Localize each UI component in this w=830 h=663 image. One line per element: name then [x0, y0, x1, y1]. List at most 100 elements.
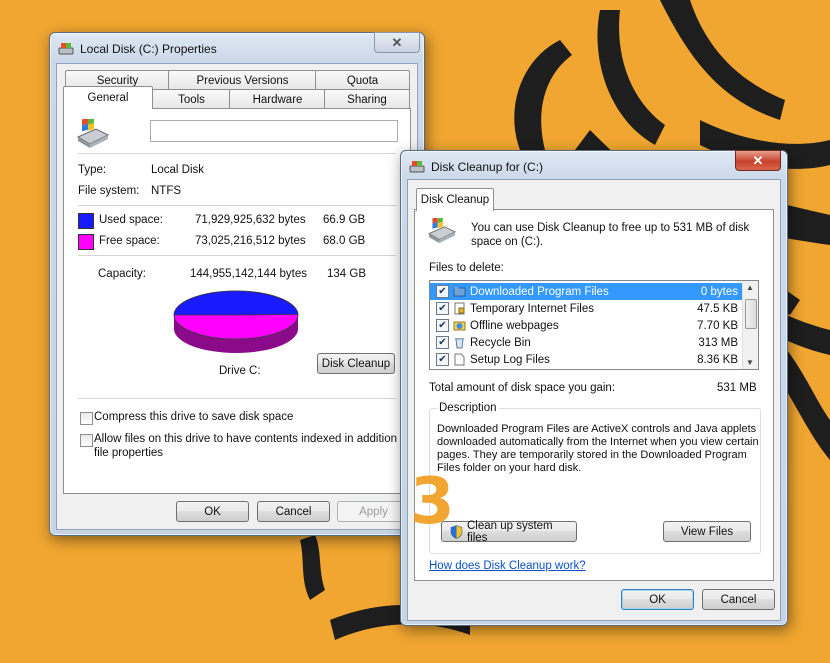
file-checkbox[interactable]: ✔	[436, 319, 449, 332]
cleanup-titlebar[interactable]: Disk Cleanup for (C:)	[409, 157, 747, 177]
file-row[interactable]: ✔ Setup Log Files 8.36 KB	[430, 351, 742, 368]
file-row[interactable]: ✔ Downloaded Program Files 0 bytes	[430, 283, 742, 300]
drive-label: Drive C:	[219, 365, 261, 377]
used-space-swatch	[78, 213, 94, 229]
disk-usage-pie-chart	[173, 290, 299, 353]
free-space-label: Free space:	[99, 235, 160, 247]
free-space-swatch	[78, 234, 94, 250]
general-tab-panel: Type: Local Disk File system: NTFS Used …	[63, 108, 411, 494]
tab-previous-versions[interactable]: Previous Versions	[168, 70, 317, 90]
file-name: Offline webpages	[470, 319, 559, 332]
tab-sharing[interactable]: Sharing	[324, 89, 410, 109]
folder-icon	[453, 287, 466, 297]
divider	[78, 205, 396, 206]
free-space-bytes: 73,025,216,512 bytes	[195, 235, 306, 247]
tab-general[interactable]: General	[63, 86, 153, 109]
file-icon	[454, 353, 465, 366]
properties-title: Local Disk (C:) Properties	[80, 42, 217, 56]
file-system-value: NTFS	[151, 185, 182, 197]
cleanup-intro-line2: space on (C:).	[471, 236, 544, 248]
tab-tools[interactable]: Tools	[152, 89, 231, 109]
tab-hardware[interactable]: Hardware	[229, 89, 326, 109]
cleanup-close-button[interactable]: ✕	[735, 150, 781, 171]
capacity-bytes: 144,955,142,144 bytes	[190, 268, 308, 280]
file-size: 313 MB	[698, 336, 738, 349]
index-checkbox[interactable]	[80, 434, 93, 447]
file-name: Setup Log Files	[470, 353, 550, 366]
file-row[interactable]: ✔ Recycle Bin 313 MB	[430, 334, 742, 351]
disk-cleanup-window: Disk Cleanup for (C:) ✕ Disk Cleanup You…	[400, 150, 788, 626]
file-size: 7.70 KB	[697, 319, 738, 332]
file-row[interactable]: ✔ Temporary Internet Files 47.5 KB	[430, 300, 742, 317]
file-name: Temporary Internet Files	[470, 302, 594, 315]
description-line3: pages. They are temporarily stored in th…	[437, 449, 747, 461]
cleanup-client-area: Disk Cleanup You can use Disk Cleanup to…	[407, 179, 781, 621]
divider	[78, 398, 396, 399]
file-checkbox[interactable]: ✔	[436, 285, 449, 298]
view-files-button[interactable]: View Files	[663, 521, 751, 542]
scroll-down-arrow-icon[interactable]: ▼	[746, 358, 754, 367]
drive-icon	[58, 43, 74, 55]
properties-ok-button[interactable]: OK	[176, 501, 249, 522]
free-space-gb: 68.0 GB	[323, 235, 366, 247]
description-heading: Description	[437, 402, 499, 414]
file-row[interactable]: ✔ Offline webpages 7.70 KB	[430, 317, 742, 334]
web-folder-icon	[453, 321, 466, 331]
clean-up-system-files-label: Clean up system files	[466, 519, 553, 544]
description-line2: downloaded automatically from the Intern…	[437, 436, 759, 448]
tab-disk-cleanup[interactable]: Disk Cleanup	[416, 188, 494, 211]
used-space-gb: 66.9 GB	[323, 214, 366, 226]
scroll-up-arrow-icon[interactable]: ▲	[746, 283, 754, 292]
file-system-label: File system:	[78, 185, 140, 197]
divider	[78, 255, 396, 256]
lock-file-icon	[454, 302, 465, 315]
cleanup-cancel-button[interactable]: Cancel	[702, 589, 775, 610]
total-gain-label: Total amount of disk space you gain:	[429, 382, 616, 394]
files-list-scrollbar[interactable]: ▲ ▼	[742, 281, 758, 369]
compress-label: Compress this drive to save disk space	[94, 411, 294, 423]
divider	[78, 153, 396, 154]
file-name: Downloaded Program Files	[470, 285, 609, 298]
capacity-label: Capacity:	[98, 268, 146, 280]
cleanup-intro-line1: You can use Disk Cleanup to free up to 5…	[471, 222, 750, 234]
file-size: 47.5 KB	[697, 302, 738, 315]
files-to-delete-list[interactable]: ✔ Downloaded Program Files 0 bytes ✔ Tempora…	[429, 280, 759, 370]
used-space-bytes: 71,929,925,632 bytes	[195, 214, 306, 226]
file-checkbox[interactable]: ✔	[436, 353, 449, 366]
description-line4: Files folder on your hard disk.	[437, 462, 582, 474]
compress-checkbox[interactable]	[80, 412, 93, 425]
properties-cancel-button[interactable]: Cancel	[257, 501, 330, 522]
file-size: 8.36 KB	[697, 353, 738, 366]
how-does-disk-cleanup-work-link[interactable]: How does Disk Cleanup work?	[429, 560, 586, 572]
properties-titlebar[interactable]: Local Disk (C:) Properties	[58, 39, 384, 59]
properties-window: Local Disk (C:) Properties ✕ Security Pr…	[49, 32, 425, 536]
index-label-line1: Allow files on this drive to have conten…	[94, 433, 410, 445]
drive-large-icon	[76, 119, 110, 148]
index-label-line2: file properties	[94, 447, 164, 459]
drive-icon	[409, 161, 425, 173]
tab-quota[interactable]: Quota	[315, 70, 410, 90]
files-to-delete-label: Files to delete:	[429, 262, 504, 274]
file-checkbox[interactable]: ✔	[436, 336, 449, 349]
capacity-gb: 134 GB	[327, 268, 366, 280]
pie-top-used	[173, 290, 299, 316]
cleanup-ok-button[interactable]: OK	[621, 589, 694, 610]
recycle-bin-icon	[455, 338, 464, 349]
step-number-label: 3	[410, 465, 455, 539]
drive-large-icon	[428, 218, 456, 244]
file-name: Recycle Bin	[470, 336, 531, 349]
file-checkbox[interactable]: ✔	[436, 302, 449, 315]
properties-close-button[interactable]: ✕	[374, 32, 420, 53]
properties-client-area: Security Previous Versions Quota General…	[56, 63, 418, 530]
cleanup-title: Disk Cleanup for (C:)	[431, 160, 544, 174]
total-gain-value: 531 MB	[717, 382, 757, 394]
clean-up-system-files-button[interactable]: Clean up system files	[441, 519, 577, 544]
type-value: Local Disk	[151, 164, 205, 176]
disk-cleanup-panel: You can use Disk Cleanup to free up to 5…	[414, 209, 774, 581]
file-size: 0 bytes	[700, 285, 738, 298]
disk-cleanup-button[interactable]: Disk Cleanup	[317, 353, 395, 374]
type-label: Type:	[78, 164, 107, 176]
scrollbar-thumb[interactable]	[745, 299, 757, 329]
drive-name-input[interactable]	[150, 120, 398, 142]
used-space-label: Used space:	[99, 214, 163, 226]
